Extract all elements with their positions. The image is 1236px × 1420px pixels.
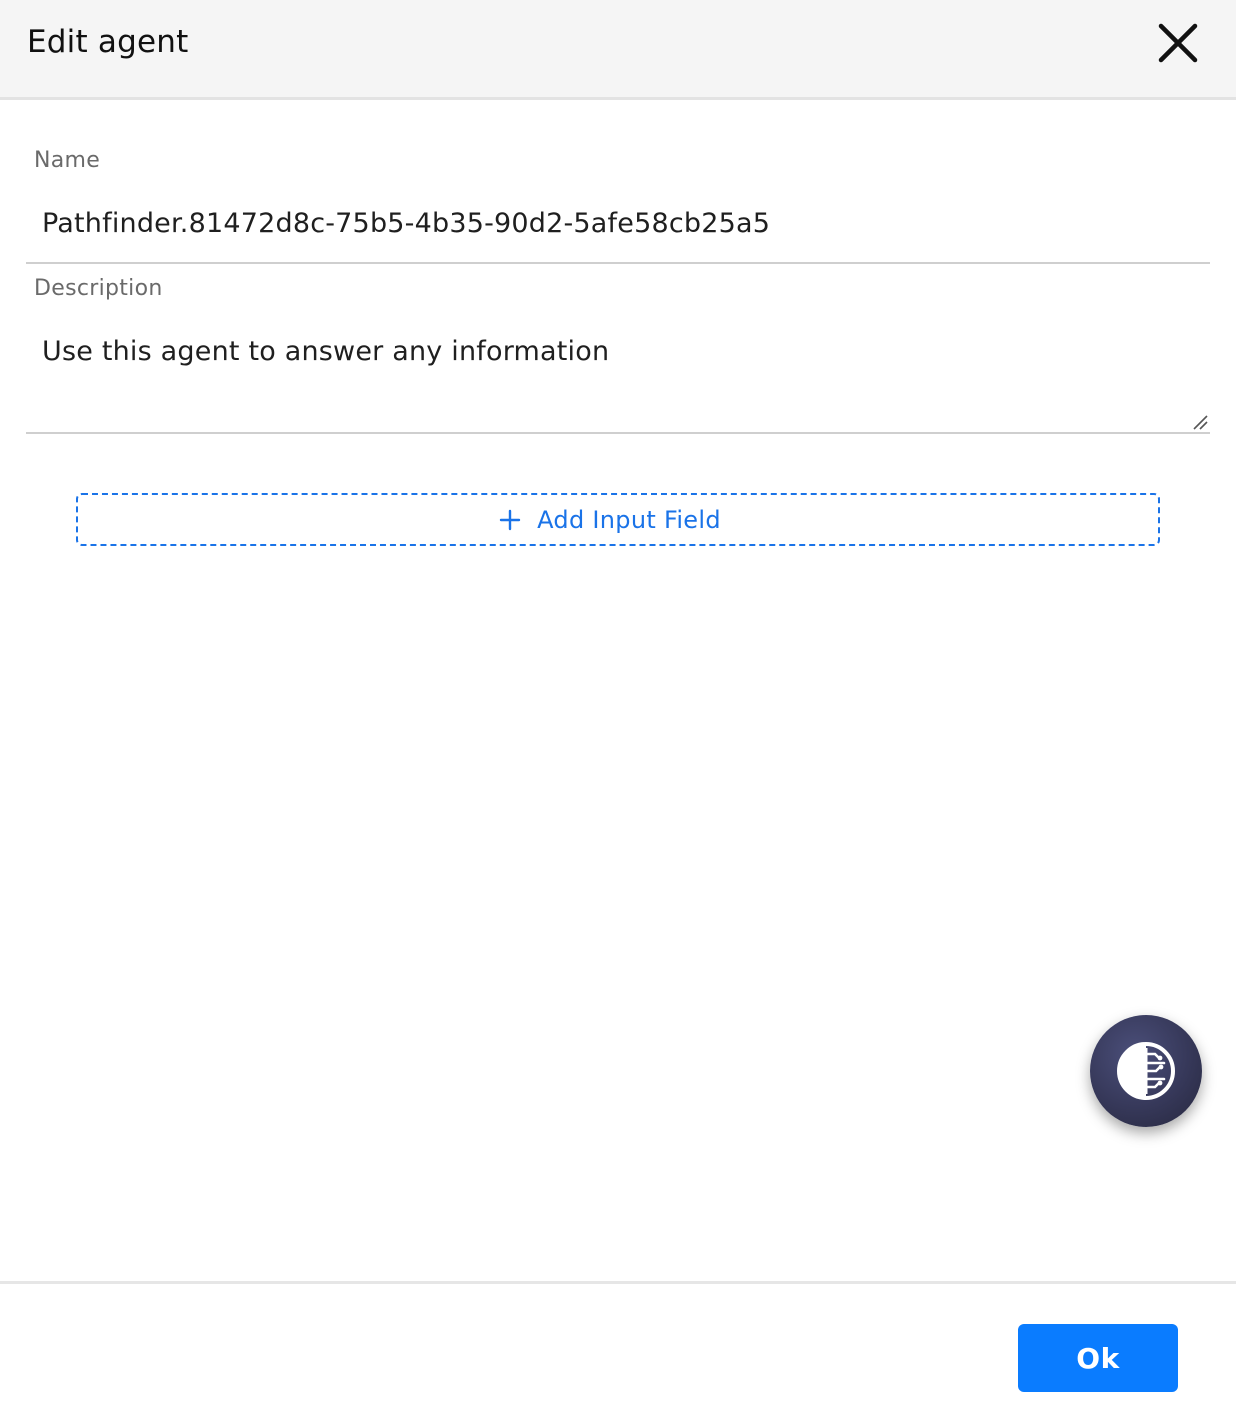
textarea-resize-handle[interactable] (1192, 414, 1208, 430)
dialog-header: Edit agent (0, 0, 1236, 100)
edit-agent-dialog: Edit agent Name Pathfinder.81472d8c-75b5… (0, 0, 1236, 1420)
name-input-value: Pathfinder.81472d8c-75b5-4b35-90d2-5afe5… (42, 208, 771, 239)
name-input[interactable]: Pathfinder.81472d8c-75b5-4b35-90d2-5afe5… (26, 190, 1210, 262)
dialog-title: Edit agent (27, 24, 189, 60)
ai-brain-icon (1117, 1042, 1175, 1100)
description-label: Description (34, 276, 163, 301)
name-label: Name (34, 148, 101, 173)
description-textarea[interactable]: Use this agent to answer any information (26, 318, 1210, 432)
close-button[interactable] (1152, 20, 1204, 68)
add-input-field-button[interactable]: Add Input Field (76, 493, 1160, 546)
close-icon (1158, 23, 1198, 63)
footer-divider (0, 1281, 1236, 1284)
plus-icon (499, 509, 521, 530)
ok-button[interactable]: Ok (1018, 1324, 1178, 1392)
description-textarea-value: Use this agent to answer any information (42, 336, 610, 367)
name-input-underline (26, 262, 1210, 264)
description-textarea-underline (26, 432, 1210, 434)
add-input-field-label: Add Input Field (537, 505, 721, 534)
assistant-fab-button[interactable] (1090, 1015, 1202, 1127)
